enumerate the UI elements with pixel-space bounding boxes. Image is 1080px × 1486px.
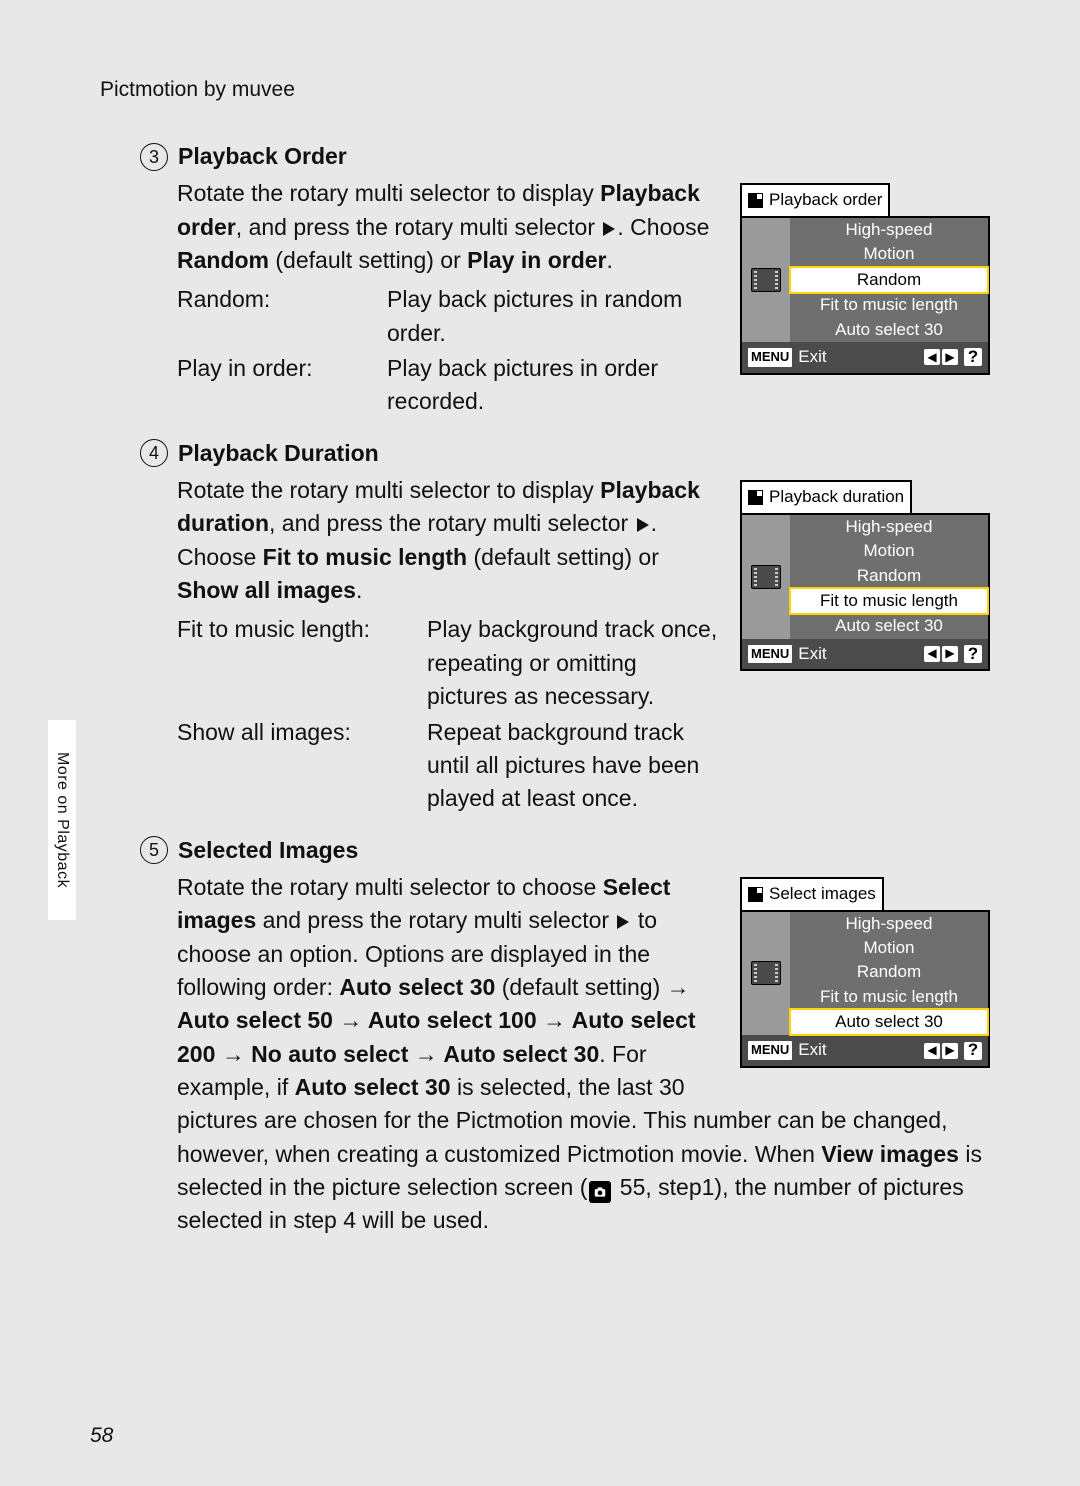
step-title: Selected Images <box>178 834 358 867</box>
lcd-menu-item: Random <box>790 960 988 984</box>
def-desc: Play back pictures in random order. <box>387 283 718 350</box>
page-number: 58 <box>90 1424 113 1448</box>
def-term: Fit to music length: <box>177 613 417 713</box>
nav-right-icon: ▶ <box>942 1043 958 1059</box>
lcd-menu-item: Motion <box>790 242 988 266</box>
step-playback-order: 3 Playback Order Playback orderHigh-spee… <box>140 140 990 419</box>
camera-ref-icon <box>589 1181 611 1203</box>
page-header: Pictmotion by muvee <box>100 78 295 102</box>
step-title: Playback Order <box>178 140 347 173</box>
help-icon: ? <box>964 645 982 663</box>
nav-right-icon: ▶ <box>942 349 958 365</box>
filmstrip-icon <box>742 515 790 639</box>
lcd-menu-item: Auto select 30 <box>790 318 988 342</box>
nav-left-icon: ◀ <box>924 1043 940 1059</box>
lcd-menu-item: Motion <box>790 539 988 563</box>
lcd-screenshot-playback-order: Playback orderHigh-speedMotionRandomFit … <box>740 183 990 374</box>
help-icon: ? <box>964 348 982 366</box>
lcd-menu-item: Fit to music length <box>790 293 988 317</box>
mode-icon <box>748 193 763 208</box>
lcd-menu-item: Auto select 30 <box>789 1008 989 1036</box>
lcd-menu-item: Motion <box>790 936 988 960</box>
menu-button-icon: MENU <box>748 645 792 664</box>
def-term: Random: <box>177 283 377 350</box>
lcd-title: Playback duration <box>740 480 912 515</box>
def-term: Play in order: <box>177 352 377 419</box>
menu-button-icon: MENU <box>748 1041 792 1060</box>
nav-right-icon: ▶ <box>942 646 958 662</box>
menu-button-icon: MENU <box>748 348 792 367</box>
def-desc: Play background track once, repeating or… <box>427 613 718 713</box>
def-desc: Repeat background track until all pictur… <box>427 716 718 816</box>
right-arrow-icon <box>637 518 649 532</box>
lcd-title: Playback order <box>740 183 890 218</box>
section-tab: More on Playback <box>48 720 76 920</box>
lcd-menu-item: High-speed <box>790 218 988 242</box>
right-arrow-icon <box>617 915 629 929</box>
lcd-menu-item: High-speed <box>790 515 988 539</box>
step-number-icon: 3 <box>140 143 168 171</box>
nav-left-icon: ◀ <box>924 349 940 365</box>
lcd-screenshot-select-images: Select imagesHigh-speedMotionRandomFit t… <box>740 877 990 1068</box>
step-title: Playback Duration <box>178 437 379 470</box>
step-number-icon: 4 <box>140 439 168 467</box>
exit-label: Exit <box>798 1038 826 1063</box>
lcd-screenshot-playback-duration: Playback durationHigh-speedMotionRandomF… <box>740 480 990 671</box>
mode-icon <box>748 887 763 902</box>
step-playback-duration: 4 Playback Duration Playback durationHig… <box>140 437 990 816</box>
lcd-menu-item: Auto select 30 <box>790 614 988 638</box>
lcd-menu-item: Fit to music length <box>789 587 989 615</box>
lcd-menu-item: Random <box>790 564 988 588</box>
step-number-icon: 5 <box>140 836 168 864</box>
nav-left-icon: ◀ <box>924 646 940 662</box>
lcd-menu-item: High-speed <box>790 912 988 936</box>
lcd-menu-item: Fit to music length <box>790 985 988 1009</box>
exit-label: Exit <box>798 345 826 370</box>
filmstrip-icon <box>742 218 790 342</box>
exit-label: Exit <box>798 642 826 667</box>
help-icon: ? <box>964 1042 982 1060</box>
mode-icon <box>748 490 763 505</box>
filmstrip-icon <box>742 912 790 1036</box>
lcd-title: Select images <box>740 877 884 912</box>
lcd-menu-item: Random <box>789 266 989 294</box>
right-arrow-icon <box>603 222 615 236</box>
def-desc: Play back pictures in order recorded. <box>387 352 718 419</box>
def-term: Show all images: <box>177 716 417 816</box>
step-selected-images: 5 Selected Images Select imagesHigh-spee… <box>140 834 990 1238</box>
